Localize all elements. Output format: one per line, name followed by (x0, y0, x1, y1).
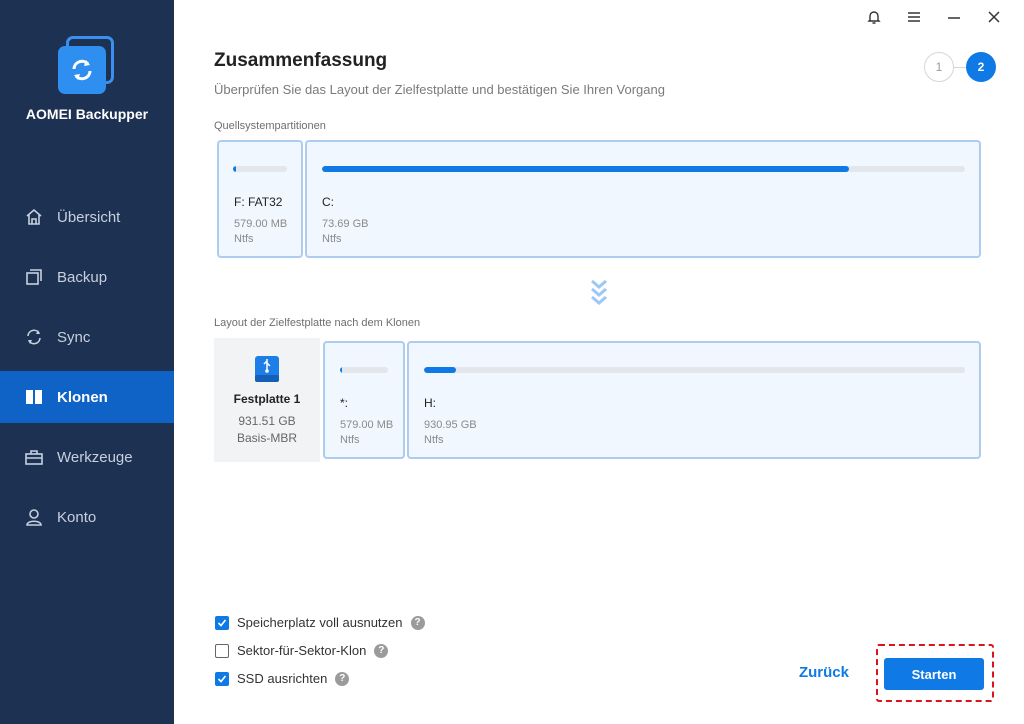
option-label: Sektor-für-Sektor-Klon (237, 643, 367, 658)
target-section-label: Layout der Zielfestplatte nach dem Klone… (214, 317, 421, 329)
sync-icon (24, 327, 44, 347)
option-label: SSD ausrichten (237, 671, 328, 686)
partition-name: H: (424, 396, 436, 410)
help-icon[interactable]: ? (374, 643, 389, 658)
clone-icon (24, 387, 44, 407)
checkmark-icon (217, 618, 227, 627)
toolbox-icon (24, 447, 44, 467)
close-icon (988, 11, 1000, 23)
checkbox[interactable] (215, 615, 229, 630)
partition-size: 579.00 MB (340, 419, 394, 431)
usb-drive-icon (254, 354, 280, 389)
help-icon[interactable]: ? (410, 615, 425, 630)
sidebar-item-sync[interactable]: Sync (0, 307, 174, 367)
partition-fs: Ntfs (424, 434, 444, 446)
target-partition-star[interactable]: *: 579.00 MB Ntfs (323, 341, 405, 459)
user-icon (24, 507, 44, 527)
option-sector-by-sector[interactable]: Sektor-für-Sektor-Klon ? (215, 643, 389, 658)
step-2-current: 2 (966, 52, 996, 82)
partition-fs: Ntfs (234, 233, 254, 245)
partition-size: 73.69 GB (322, 218, 369, 230)
sidebar-item-tools[interactable]: Werkzeuge (0, 427, 174, 487)
partition-size: 930.95 GB (424, 419, 477, 431)
checkmark-icon (217, 674, 227, 683)
sidebar-item-clone[interactable]: Klonen (0, 371, 174, 423)
app-logo (58, 36, 116, 94)
sidebar-item-backup[interactable]: Backup (0, 247, 174, 307)
partition-fs: Ntfs (340, 434, 360, 446)
disk-type: Basis-MBR (236, 431, 297, 445)
page-title: Zusammenfassung (214, 50, 388, 71)
copy-icon (24, 267, 44, 287)
option-label: Speicherplatz voll ausnutzen (237, 615, 403, 630)
minimize-button[interactable] (934, 6, 974, 28)
menu-button[interactable] (894, 6, 934, 28)
sidebar-item-label: Werkzeuge (57, 448, 133, 466)
step-1: 1 (924, 52, 954, 82)
sidebar-nav: Übersicht Backup Sync Klonen Werkzeuge K… (0, 187, 174, 547)
help-icon[interactable]: ? (335, 671, 350, 686)
sidebar-item-label: Übersicht (57, 208, 121, 226)
source-partition-c[interactable]: C: 73.69 GB Ntfs (305, 140, 981, 258)
page-subtitle: Überprüfen Sie das Layout der Zielfestpl… (214, 82, 665, 97)
partition-fs: Ntfs (322, 233, 342, 245)
window-controls (854, 6, 1014, 28)
usage-bar (424, 367, 965, 373)
sidebar-item-label: Backup (57, 268, 108, 286)
close-button[interactable] (974, 6, 1014, 28)
start-button[interactable]: Starten (884, 658, 984, 690)
usage-bar (233, 166, 287, 172)
disk-name: Festplatte 1 (233, 392, 301, 406)
app-name: AOMEI Backupper (25, 106, 149, 122)
partition-name: *: (340, 396, 349, 410)
sync-logo-icon (72, 59, 92, 81)
sidebar-item-account[interactable]: Konto (0, 487, 174, 547)
checkbox[interactable] (215, 671, 229, 686)
notifications-button[interactable] (854, 6, 894, 28)
sidebar-item-overview[interactable]: Übersicht (0, 187, 174, 247)
home-icon (24, 207, 44, 227)
option-use-full-space[interactable]: Speicherplatz voll ausnutzen ? (215, 615, 425, 630)
source-partition-f[interactable]: F: FAT32 579.00 MB Ntfs (217, 140, 303, 258)
sidebar-item-label: Konto (57, 508, 97, 526)
usage-bar (340, 367, 388, 373)
minimize-icon (948, 17, 960, 19)
usage-bar (322, 166, 965, 172)
bell-icon (867, 11, 881, 24)
sidebar-item-label: Sync (57, 328, 91, 346)
sidebar: AOMEI Backupper Übersicht Backup Sync Kl… (0, 0, 174, 724)
step-indicator: 1 2 (924, 52, 996, 82)
target-disk: Festplatte 1 931.51 GB Basis-MBR (214, 338, 320, 462)
menu-icon (908, 12, 920, 22)
target-partition-h[interactable]: H: 930.95 GB Ntfs (407, 341, 981, 459)
chevron-double-down-icon (589, 278, 609, 313)
partition-size: 579.00 MB (234, 218, 288, 230)
source-section-label: Quellsystempartitionen (214, 120, 326, 132)
option-ssd-align[interactable]: SSD ausrichten ? (215, 671, 350, 686)
partition-name: F: FAT32 (234, 195, 283, 209)
disk-size: 931.51 GB (238, 414, 296, 428)
partition-name: C: (322, 195, 334, 209)
checkbox[interactable] (215, 643, 229, 658)
sidebar-item-label: Klonen (57, 388, 108, 406)
back-button[interactable]: Zurück (790, 664, 858, 681)
